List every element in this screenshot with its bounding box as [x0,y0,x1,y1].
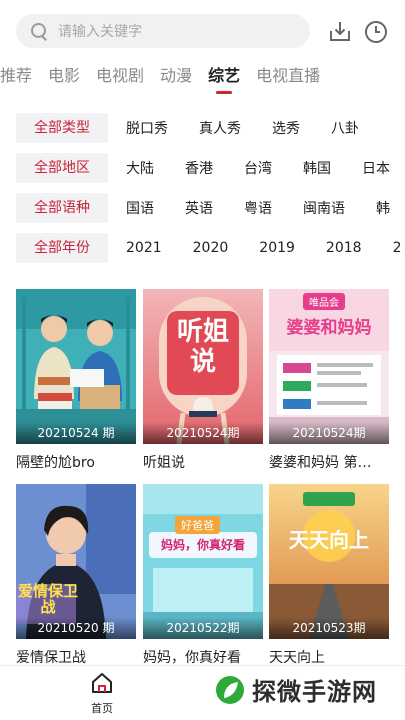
show-card[interactable]: 爱情保卫战 20210520 期 爱情保卫战 [16,484,136,667]
filter-row-year: 全部年份 2021 2020 2019 2018 2 [16,233,405,263]
search-input[interactable]: 请输入关键字 [16,14,310,48]
tab-movies[interactable]: 电影 [48,62,80,94]
filter-all-years[interactable]: 全部年份 [16,233,108,263]
tab-tv-series[interactable]: 电视剧 [96,62,144,94]
show-title: 婆婆和妈妈 第… [269,455,372,471]
show-poster[interactable]: 天天向上 20210523期 [269,484,389,639]
poster-title: 妈妈，你真好看 [160,538,245,552]
filter-option[interactable]: 日本 [362,158,390,178]
episode-label: 20210522期 [143,617,263,639]
show-poster[interactable]: 好爸爸 妈妈，你真好看 20210522期 [143,484,263,639]
tab-recommend[interactable]: 推荐 [0,62,32,94]
search-placeholder: 请输入关键字 [58,24,142,40]
filter-option[interactable]: 闽南语 [303,198,345,218]
filter-option[interactable]: 香港 [185,158,213,178]
filter-option[interactable]: 脱口秀 [126,118,168,138]
poster-title: 爱情保卫战 [18,582,79,616]
show-poster[interactable]: 爱情保卫战 20210520 期 [16,484,136,639]
home-icon [92,673,112,693]
filter-row-type: 全部类型 脱口秀 真人秀 选秀 八卦 [16,113,405,143]
poster-title: 天天向上 [289,528,369,552]
show-title: 爱情保卫战 [16,650,86,666]
show-poster[interactable]: 20210524 期 [16,289,136,444]
filter-option[interactable]: 台湾 [244,158,272,178]
show-title: 听姐说 [143,455,185,471]
show-poster[interactable]: 听姐说 20210524期 [143,289,263,444]
filter-option[interactable]: 2 [393,240,402,256]
poster-title: 听姐说 [176,317,229,377]
show-card[interactable]: 听姐说 20210524期 听姐说 [143,289,263,472]
poster-title: 婆婆和妈妈 [286,318,372,338]
nav-home-label: 首页 [91,702,113,715]
filter-row-region: 全部地区 大陆 香港 台湾 韩国 日本 [16,153,405,183]
show-card[interactable]: 唯品会 婆婆和妈妈 20210524期 婆婆和妈妈 第… [269,289,389,472]
show-title: 天天向上 [269,650,325,666]
watermark: 探微手游网 [214,672,377,707]
top-bar: 请输入关键字 [0,0,405,58]
filter-option[interactable]: 2018 [326,240,362,256]
poster-badge: 好爸爸 [175,516,220,534]
filter-option[interactable]: 八卦 [331,118,359,138]
poster-brand: 唯品会 [303,293,345,310]
episode-label: 20210524 期 [16,422,136,444]
filter-option[interactable]: 真人秀 [199,118,241,138]
show-title: 妈妈，你真好看 [143,650,241,666]
filter-option[interactable]: 粤语 [244,198,272,218]
show-poster[interactable]: 唯品会 婆婆和妈妈 20210524期 [269,289,389,444]
episode-label: 20210524期 [269,422,389,444]
tab-anime[interactable]: 动漫 [160,62,192,94]
show-card[interactable]: 好爸爸 妈妈，你真好看 20210522期 妈妈，你真好看 [143,484,263,667]
show-card[interactable]: 天天向上 20210523期 天天向上 [269,484,389,667]
tab-live-tv[interactable]: 电视直播 [256,62,320,94]
filter-option[interactable]: 选秀 [272,118,300,138]
tab-variety[interactable]: 综艺 [208,62,240,94]
filter-all-languages[interactable]: 全部语种 [16,193,108,223]
filter-all-regions[interactable]: 全部地区 [16,153,108,183]
episode-label: 20210524期 [143,422,263,444]
nav-home[interactable]: 首页 [82,672,122,716]
category-tabs: 推荐 电影 电视剧 动漫 综艺 电视直播 [0,58,405,98]
watermark-text: 探微手游网 [252,678,377,706]
download-icon[interactable] [327,19,353,45]
filter-option[interactable]: 2019 [259,240,295,256]
filter-option[interactable]: 2020 [193,240,229,256]
episode-label: 20210520 期 [16,617,136,639]
filter-option[interactable]: 韩国 [303,158,331,178]
show-card[interactable]: 20210524 期 隔壁的尬bro [16,289,136,472]
filter-option[interactable]: 2021 [126,240,162,256]
search-icon [30,22,48,40]
filter-option[interactable]: 英语 [185,198,213,218]
leaf-logo-icon [216,675,244,704]
show-title: 隔壁的尬bro [16,455,95,471]
clock-icon[interactable] [363,19,389,45]
filter-option[interactable]: 韩 [376,198,390,218]
episode-label: 20210523期 [269,617,389,639]
filter-option[interactable]: 大陆 [126,158,154,178]
filter-row-language: 全部语种 国语 英语 粤语 闽南语 韩 [16,193,405,223]
filter-all-types[interactable]: 全部类型 [16,113,108,143]
filter-option[interactable]: 国语 [126,198,154,218]
